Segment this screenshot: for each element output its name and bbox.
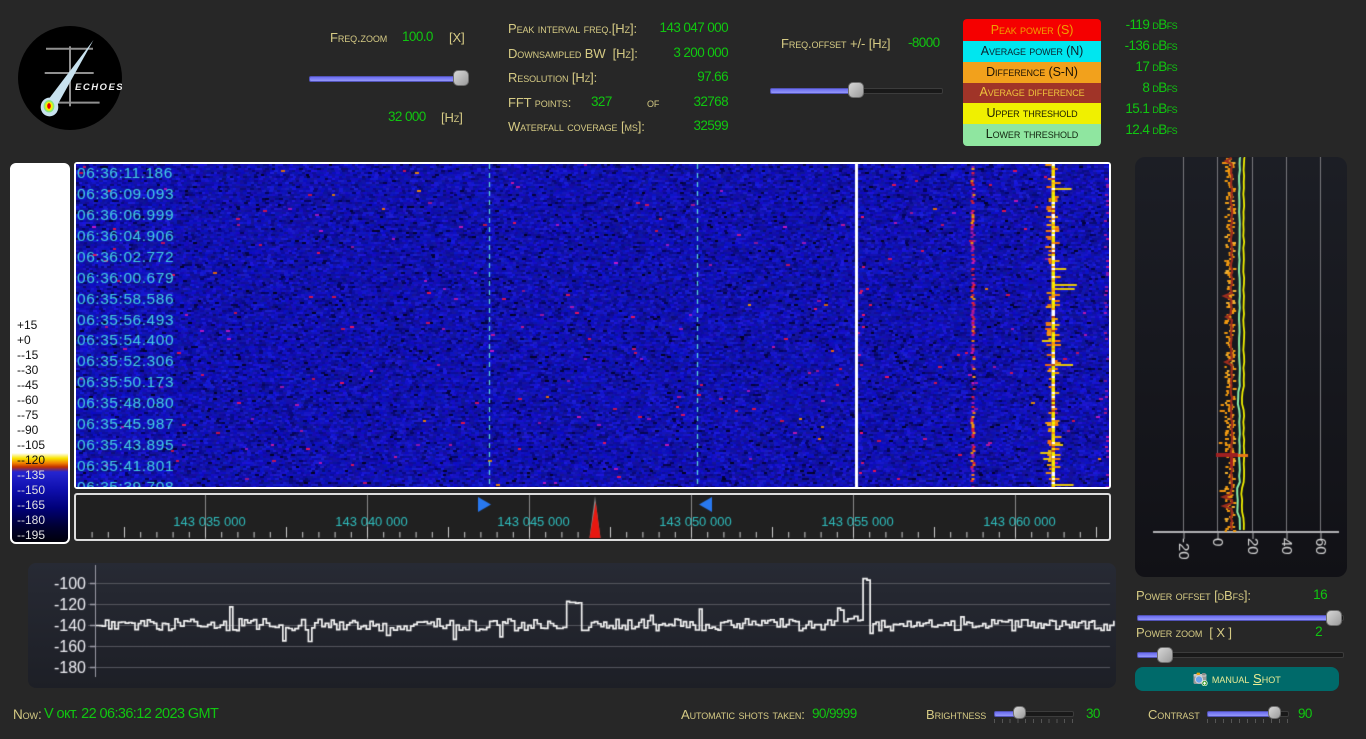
svg-text:ECHOES: ECHOES [75, 82, 122, 93]
